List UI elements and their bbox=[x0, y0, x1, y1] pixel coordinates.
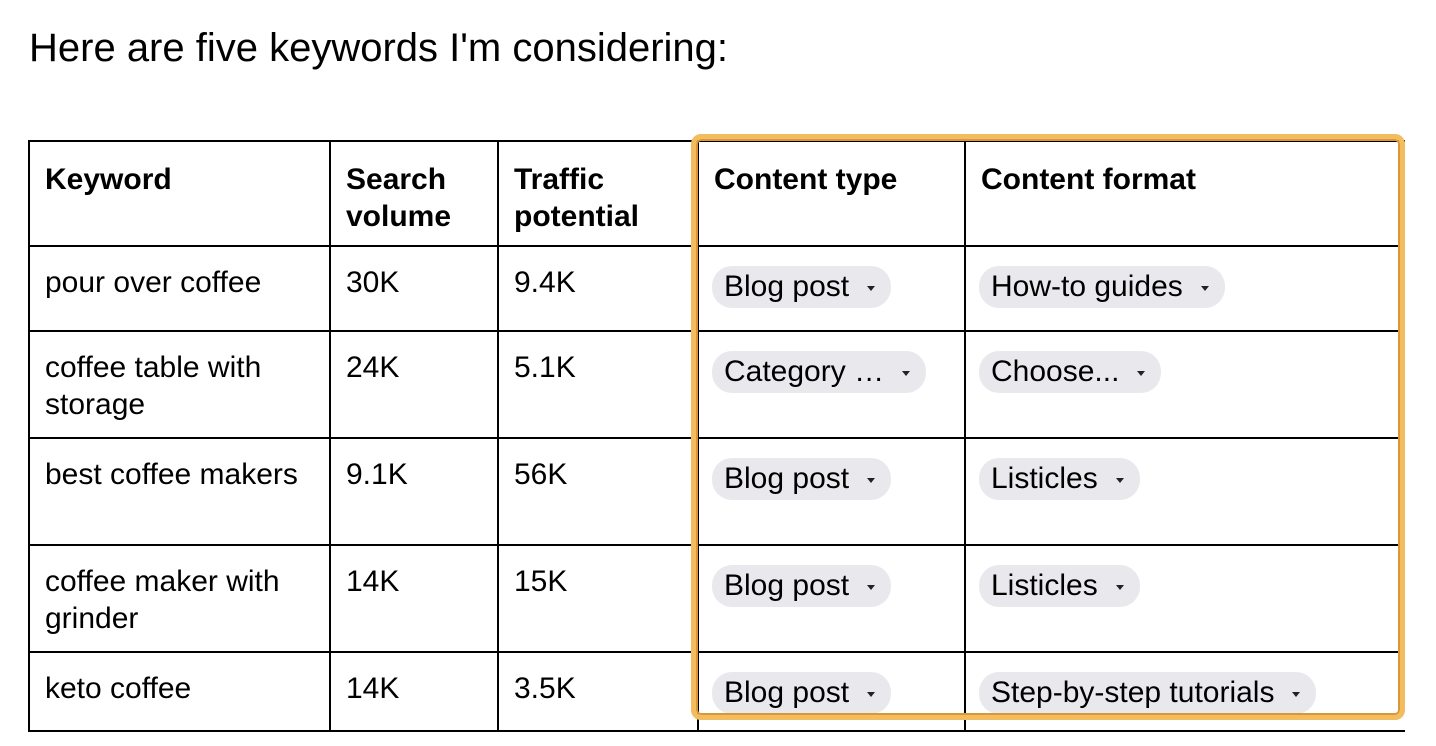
content-type-cell: Blog post bbox=[697, 544, 966, 653]
content-format-dropdown[interactable]: Listicles bbox=[979, 458, 1140, 500]
search-volume-cell: 30K bbox=[329, 245, 499, 332]
dropdown-value: Blog post bbox=[724, 676, 850, 709]
content-type-dropdown[interactable]: Blog post bbox=[712, 266, 892, 308]
keyword-cell: pour over coffee bbox=[28, 245, 331, 332]
keyword-cell: coffee table with storage bbox=[28, 330, 331, 439]
traffic-potential-cell: 3.5K bbox=[497, 651, 699, 732]
dropdown-value: Listicles bbox=[991, 569, 1098, 602]
content-type-cell: Category … bbox=[697, 330, 966, 439]
content-type-dropdown[interactable]: Blog post bbox=[712, 565, 892, 607]
intro-heading: Here are five keywords I'm considering: bbox=[29, 26, 729, 70]
caret-down-icon bbox=[1115, 477, 1124, 483]
caret-down-icon bbox=[867, 691, 876, 697]
keywords-table: Keyword Search volume Traffic potential … bbox=[28, 140, 1405, 732]
table-row: pour over coffee 30K 9.4K Blog post How-… bbox=[28, 245, 1405, 332]
header-keyword: Keyword bbox=[28, 140, 331, 247]
keyword-cell: keto coffee bbox=[28, 651, 331, 732]
caret-down-icon bbox=[867, 584, 876, 590]
content-format-dropdown[interactable]: Step-by-step tutorials bbox=[979, 672, 1317, 714]
dropdown-value: Step-by-step tutorials bbox=[991, 676, 1275, 709]
dropdown-value: Choose... bbox=[991, 355, 1120, 388]
table-row: coffee maker with grinder 14K 15K Blog p… bbox=[28, 544, 1405, 653]
content-format-cell: How-to guides bbox=[964, 245, 1405, 332]
header-content-type: Content type bbox=[697, 140, 966, 247]
header-content-format: Content format bbox=[964, 140, 1405, 247]
search-volume-cell: 9.1K bbox=[329, 437, 499, 546]
dropdown-value: Blog post bbox=[724, 270, 850, 303]
table-row: coffee table with storage 24K 5.1K Categ… bbox=[28, 330, 1405, 439]
content-format-cell: Listicles bbox=[964, 544, 1405, 653]
keyword-cell: coffee maker with grinder bbox=[28, 544, 331, 653]
caret-down-icon bbox=[1292, 691, 1301, 697]
content-format-dropdown[interactable]: Choose... bbox=[979, 351, 1162, 393]
content-format-dropdown[interactable]: How-to guides bbox=[979, 266, 1225, 308]
caret-down-icon bbox=[1137, 370, 1146, 376]
search-volume-cell: 14K bbox=[329, 544, 499, 653]
caret-down-icon bbox=[1115, 584, 1124, 590]
content-format-cell: Step-by-step tutorials bbox=[964, 651, 1405, 732]
table-row: keto coffee 14K 3.5K Blog post Step-by-s… bbox=[28, 651, 1405, 732]
content-format-cell: Choose... bbox=[964, 330, 1405, 439]
search-volume-cell: 14K bbox=[329, 651, 499, 732]
dropdown-value: How-to guides bbox=[991, 270, 1183, 303]
caret-down-icon bbox=[902, 370, 911, 376]
traffic-potential-cell: 9.4K bbox=[497, 245, 699, 332]
traffic-potential-cell: 15K bbox=[497, 544, 699, 653]
content-format-dropdown[interactable]: Listicles bbox=[979, 565, 1140, 607]
caret-down-icon bbox=[867, 477, 876, 483]
dropdown-value: Category … bbox=[724, 355, 885, 388]
content-type-dropdown[interactable]: Blog post bbox=[712, 458, 892, 500]
content-type-cell: Blog post bbox=[697, 245, 966, 332]
traffic-potential-cell: 5.1K bbox=[497, 330, 699, 439]
content-type-dropdown[interactable]: Blog post bbox=[712, 672, 892, 714]
content-format-cell: Listicles bbox=[964, 437, 1405, 546]
header-traffic-potential: Traffic potential bbox=[497, 140, 699, 247]
dropdown-value: Blog post bbox=[724, 462, 850, 495]
search-volume-cell: 24K bbox=[329, 330, 499, 439]
traffic-potential-cell: 56K bbox=[497, 437, 699, 546]
keyword-cell: best coffee makers bbox=[28, 437, 331, 546]
dropdown-value: Listicles bbox=[991, 462, 1098, 495]
header-search-volume: Search volume bbox=[329, 140, 499, 247]
caret-down-icon bbox=[1200, 285, 1209, 291]
table-row: best coffee makers 9.1K 56K Blog post Li… bbox=[28, 437, 1405, 546]
table-header-row: Keyword Search volume Traffic potential … bbox=[28, 140, 1405, 247]
caret-down-icon bbox=[867, 285, 876, 291]
content-type-cell: Blog post bbox=[697, 651, 966, 732]
content-type-cell: Blog post bbox=[697, 437, 966, 546]
dropdown-value: Blog post bbox=[724, 569, 850, 602]
content-type-dropdown[interactable]: Category … bbox=[712, 351, 927, 393]
